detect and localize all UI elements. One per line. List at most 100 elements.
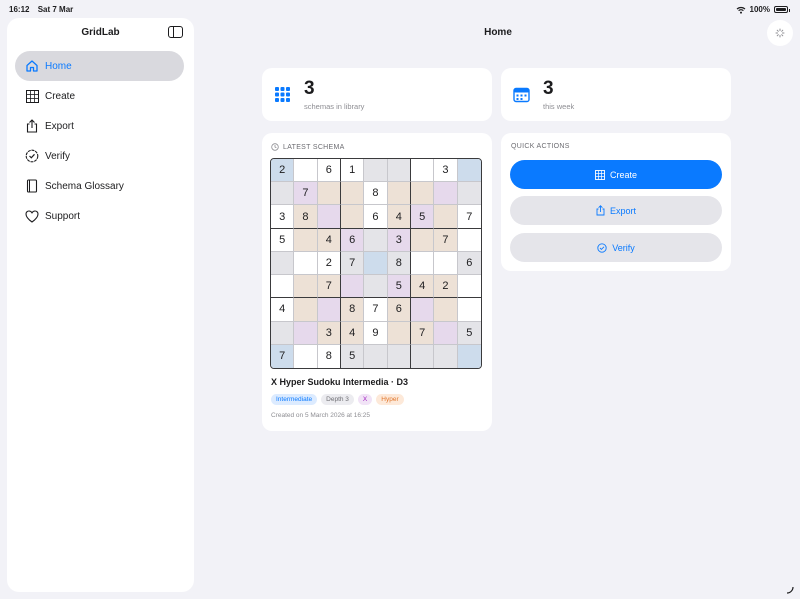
sidebar-item-home[interactable]: Home [15,51,184,81]
spinner-icon [775,28,785,38]
section-title: QUICK ACTIONS [511,143,570,150]
sidebar-item-label: Create [45,90,76,102]
sidebar-item-label: Home [45,60,72,72]
sudoku-cell [457,182,481,206]
verify-button[interactable]: Verify [510,233,722,262]
sudoku-cell [294,344,318,368]
sudoku-cell: 4 [317,228,341,252]
grid-dots-icon [275,87,290,102]
sudoku-cell: 8 [364,182,388,206]
sudoku-cell: 5 [457,321,481,345]
export-button[interactable]: Export [510,196,722,225]
tag-depth: Depth 3 [321,394,354,405]
sidebar-item-verify[interactable]: Verify [15,141,184,171]
sudoku-cell: 7 [317,275,341,299]
sudoku-cell [317,205,341,229]
sudoku-cell [294,321,318,345]
sudoku-cell [271,251,295,276]
sudoku-cell: 8 [341,298,365,322]
schema-name: X Hyper Sudoku Intermedia · D3 [271,377,409,387]
clock-icon [271,143,279,151]
wifi-icon [736,6,745,14]
resize-handle-icon[interactable] [786,586,794,594]
sudoku-cell [457,298,481,322]
status-right: 100% [736,5,790,14]
sudoku-cell: 5 [271,228,295,252]
sudoku-cell: 4 [387,205,411,229]
battery-icon [774,6,790,13]
stat-value: 3 [543,78,554,99]
stat-card-library: 3 schemas in library [262,68,492,121]
sudoku-cell [457,344,481,368]
sudoku-cell: 2 [317,251,341,276]
calendar-icon [513,87,530,103]
sudoku-cell [271,275,295,299]
sudoku-cell [434,298,458,322]
sudoku-cell [411,159,435,183]
sudoku-cell [364,251,388,276]
sudoku-cell [387,182,411,206]
sudoku-cell [411,251,435,276]
sudoku-cell: 5 [411,205,435,229]
sudoku-cell: 8 [294,205,318,229]
sidebar-list: Home Create Export Verify Schema Glossar… [15,51,184,231]
sudoku-cell: 3 [434,159,458,183]
sidebar: GridLab Home Create Export Verify Schema… [7,18,194,592]
sudoku-cell: 8 [387,251,411,276]
sudoku-cell: 9 [364,321,388,345]
sudoku-cell: 2 [271,159,295,183]
sidebar-title: GridLab [81,27,120,38]
sudoku-cell [294,228,318,252]
sudoku-cell [411,182,435,206]
sudoku-cell [364,275,388,299]
sudoku-cell [364,159,388,183]
sidebar-item-label: Schema Glossary [45,180,124,192]
sudoku-cell: 6 [317,159,341,183]
sudoku-cell: 4 [271,298,295,322]
sudoku-cell: 5 [341,344,365,368]
sidebar-toggle-icon[interactable] [168,26,183,38]
sudoku-cell: 4 [341,321,365,345]
sudoku-cell: 6 [364,205,388,229]
sudoku-cell [457,275,481,299]
sudoku-cell [411,228,435,252]
sidebar-item-export[interactable]: Export [15,111,184,141]
sidebar-item-label: Support [45,210,81,222]
sidebar-item-label: Export [45,120,74,132]
sudoku-cell [294,298,318,322]
refresh-button[interactable] [767,20,793,46]
sudoku-cell [434,251,458,276]
sidebar-item-support[interactable]: Support [15,201,184,231]
sudoku-cell: 7 [457,205,481,229]
stat-card-week: 3 this week [501,68,731,121]
page-title: Home [484,27,512,38]
sidebar-item-schema-glossary[interactable]: Schema Glossary [15,171,184,201]
sudoku-cell: 7 [271,344,295,368]
heart-icon [25,209,39,223]
sudoku-cell [364,344,388,368]
stat-value: 3 [304,78,315,99]
latest-schema-card[interactable]: LATEST SCHEMA 26137838645754637278675424… [262,133,492,431]
sudoku-cell: 7 [294,182,318,206]
sudoku-cell [364,228,388,252]
sudoku-cell: 1 [341,159,365,183]
sudoku-cell [294,159,318,183]
status-date: Sat 7 Mar [37,5,74,14]
sudoku-cell [411,344,435,368]
quick-actions-header: QUICK ACTIONS [511,143,570,150]
sudoku-cell: 6 [457,251,481,276]
sudoku-cell: 8 [317,344,341,368]
sudoku-grid[interactable]: 2613783864575463727867542487634975785 [270,158,482,369]
grid-icon [25,89,39,103]
sudoku-cell: 4 [411,275,435,299]
battery-percent: 100% [749,5,770,14]
sudoku-cell: 2 [434,275,458,299]
tag-x: X [357,394,373,405]
status-bar: 16:12 Sat 7 Mar 100% [0,0,800,18]
sudoku-cell [317,298,341,322]
sidebar-item-create[interactable]: Create [15,81,184,111]
tag-hyper: Hyper [376,394,404,405]
section-title: LATEST SCHEMA [283,143,345,151]
sudoku-cell: 5 [387,275,411,299]
create-button[interactable]: Create [510,160,722,189]
